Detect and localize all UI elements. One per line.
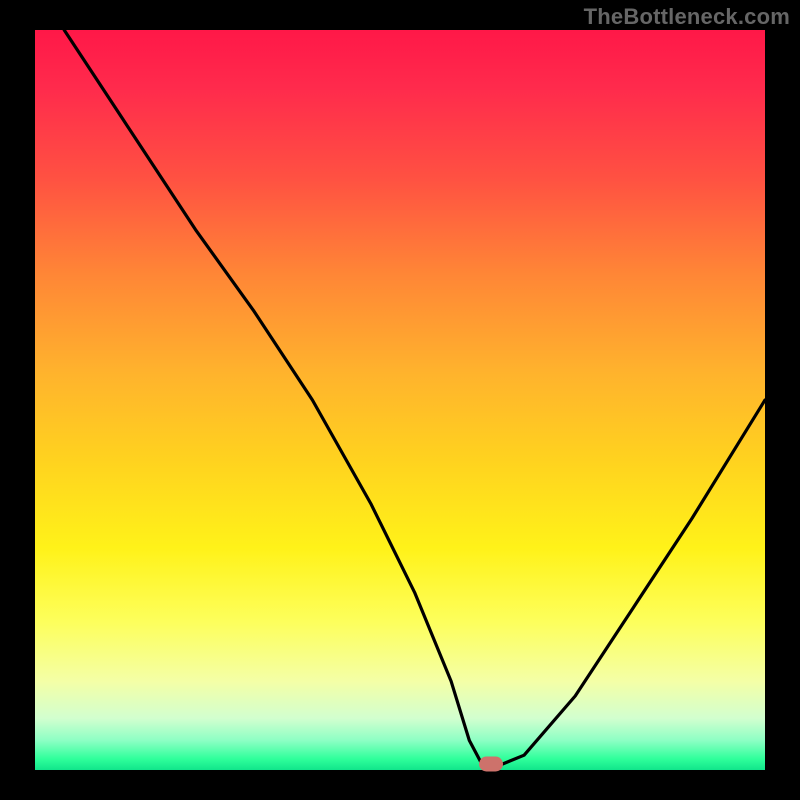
- curve-layer: [35, 30, 765, 770]
- bottleneck-curve: [64, 30, 765, 766]
- optimum-marker-icon: [479, 757, 503, 772]
- watermark-text: TheBottleneck.com: [584, 4, 790, 30]
- chart-frame: TheBottleneck.com: [0, 0, 800, 800]
- plot-area: [35, 30, 765, 770]
